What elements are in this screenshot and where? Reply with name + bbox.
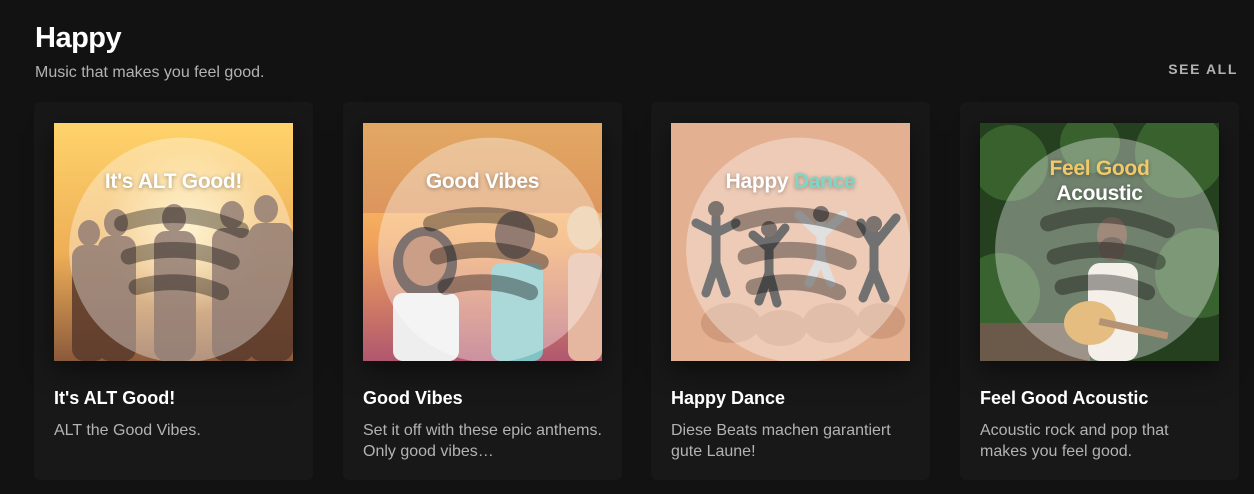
playlist-cover: Good Vibes — [363, 123, 602, 361]
playlist-description: Diese Beats machen garantiert gute Laune… — [671, 422, 891, 460]
cover-title-text: Feel Good Acoustic — [980, 156, 1219, 206]
playlist-cover: Feel Good Acoustic — [980, 123, 1219, 361]
section-title[interactable]: Happy — [35, 22, 122, 55]
cover-title-word-accent: Dance — [793, 170, 856, 193]
playlist-description: Set it off with these epic anthems. Only… — [363, 422, 602, 460]
cover-title-text: Good Vibes — [425, 170, 540, 193]
playlist-card[interactable]: Feel Good Acoustic Feel Good Acoustic Ac… — [960, 102, 1239, 480]
playlist-title[interactable]: Good Vibes — [363, 388, 463, 409]
cover-title-text: It's ALT Good! — [104, 170, 243, 193]
spotify-logo-icon — [69, 137, 293, 361]
cover-title-line-1: Feel Good — [1049, 157, 1150, 180]
playlist-title[interactable]: Feel Good Acoustic — [980, 388, 1148, 409]
spotify-logo-icon — [686, 137, 910, 361]
playlist-cover: It's ALT Good! — [54, 123, 293, 361]
playlist-card[interactable]: Good Vibes Good Vibes Set it off with th… — [343, 102, 622, 480]
see-all-link[interactable]: SEE ALL — [1168, 61, 1238, 77]
playlist-card[interactable]: Happy Dance Happy Dance Diese Beats mach… — [651, 102, 930, 480]
playlist-title[interactable]: Happy Dance — [671, 388, 785, 409]
cover-title-text: Happy Dance — [671, 169, 910, 194]
playlist-card[interactable]: It's ALT Good! It's ALT Good! ALT the Go… — [34, 102, 313, 480]
playlist-title[interactable]: It's ALT Good! — [54, 388, 175, 409]
playlist-description: ALT the Good Vibes. — [54, 422, 201, 439]
cover-title-word: Happy — [725, 170, 789, 193]
playlist-description: Acoustic rock and pop that makes you fee… — [980, 422, 1169, 460]
playlist-cover: Happy Dance — [671, 123, 910, 361]
section-subtitle: Music that makes you feel good. — [35, 64, 265, 81]
spotify-logo-icon — [378, 137, 602, 361]
cover-title-line-2: Acoustic — [1056, 182, 1143, 205]
